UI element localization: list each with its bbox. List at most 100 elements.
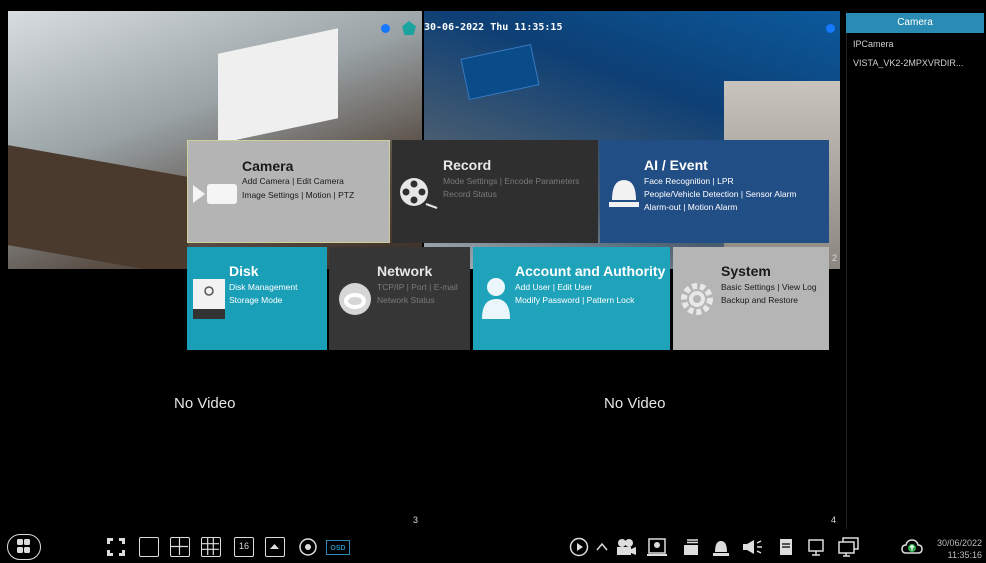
no-video-label: No Video xyxy=(604,395,666,412)
chevron-up-icon xyxy=(596,542,608,551)
osd-button[interactable]: OSD xyxy=(326,540,350,555)
lpr-link[interactable]: LPR xyxy=(717,176,734,186)
tile-title: Camera xyxy=(242,158,294,174)
alarm-light-icon xyxy=(608,176,640,215)
people-vehicle-detection-link[interactable]: People/Vehicle Detection xyxy=(644,189,739,199)
monitor-icon xyxy=(838,537,859,557)
video-camera-icon xyxy=(617,539,636,555)
side-panel-header[interactable]: Camera xyxy=(846,13,984,33)
layout-1-button[interactable] xyxy=(139,537,159,557)
audio-alarm-button[interactable] xyxy=(741,537,762,557)
layout-4-button[interactable] xyxy=(170,537,190,557)
network-status-link[interactable]: Network Status xyxy=(377,295,435,305)
cloud-upload-icon xyxy=(901,539,923,554)
backup-button[interactable] xyxy=(776,537,796,557)
pattern-lock-link[interactable]: Pattern Lock xyxy=(587,295,635,305)
backup-restore-link[interactable]: Backup and Restore xyxy=(721,295,798,305)
side-camera-item[interactable]: VISTA_VK2-2MPXVRDIR... xyxy=(853,58,963,68)
tile-title: Record xyxy=(443,157,492,173)
menu-grid-icon xyxy=(17,539,30,553)
face-search-button[interactable] xyxy=(647,537,667,557)
motion-link[interactable]: Motion xyxy=(306,190,332,200)
menu-tile-system[interactable]: System Basic Settings | View Log Backup … xyxy=(673,247,829,350)
network-icon xyxy=(808,539,824,556)
menu-tile-network[interactable]: Network TCP/IP | Port | E-mail Network S… xyxy=(329,247,470,350)
edit-user-link[interactable]: Edit User xyxy=(557,282,592,292)
modify-password-link[interactable]: Modify Password xyxy=(515,295,580,305)
sensor-alarm-link[interactable]: Sensor Alarm xyxy=(745,189,796,199)
expand-toolbar-button[interactable] xyxy=(594,537,614,557)
play-icon xyxy=(569,537,589,557)
encode-parameters-link[interactable]: Encode Parameters xyxy=(504,176,579,186)
port-link[interactable]: Port xyxy=(411,282,427,292)
alarm-out-link[interactable]: Alarm-out xyxy=(644,202,681,212)
disk-status-button[interactable] xyxy=(681,537,701,557)
camera-side-panel xyxy=(846,11,986,529)
alarm-status-button[interactable] xyxy=(711,537,731,557)
email-link[interactable]: E-mail xyxy=(434,282,458,292)
tile-menu-line: Face Recognition | LPR xyxy=(644,176,734,186)
eye-icon xyxy=(299,538,317,556)
toolbar-date: 30/06/2022 xyxy=(936,538,982,548)
channel-number: 4 xyxy=(830,515,836,525)
tile-menu-line: Mode Settings | Encode Parameters xyxy=(443,176,580,186)
layout-9-icon xyxy=(202,538,219,555)
side-camera-item[interactable]: IPCamera xyxy=(853,39,894,49)
tile-menu-line: Add Camera | Edit Camera xyxy=(242,176,344,186)
camera-control-button[interactable] xyxy=(615,537,636,557)
edit-camera-link[interactable]: Edit Camera xyxy=(297,176,344,186)
playback-button[interactable] xyxy=(569,537,589,557)
motion-alarm-link[interactable]: Motion Alarm xyxy=(688,202,738,212)
add-user-link[interactable]: Add User xyxy=(515,282,550,292)
osd-timestamp: 30-06-2022 Thu 11:35:15 xyxy=(424,22,563,33)
cloud-upgrade-button[interactable] xyxy=(901,537,923,557)
channel-number: 3 xyxy=(412,515,418,525)
view-log-link[interactable]: View Log xyxy=(782,282,817,292)
tile-menu-line: TCP/IP | Port | E-mail xyxy=(377,282,458,292)
mode-settings-link[interactable]: Mode Settings xyxy=(443,176,497,186)
face-search-icon xyxy=(647,538,667,556)
storage-icon xyxy=(780,539,792,555)
view-toggle-button[interactable] xyxy=(298,537,318,557)
layout-custom-button[interactable] xyxy=(265,537,285,557)
record-status-dot-icon xyxy=(826,24,835,33)
tile-menu-line: Alarm-out | Motion Alarm xyxy=(644,202,738,212)
globe-icon xyxy=(337,279,373,324)
menu-tile-disk[interactable]: Disk Disk Management Storage Mode xyxy=(187,247,327,350)
basic-settings-link[interactable]: Basic Settings xyxy=(721,282,775,292)
tcpip-link[interactable]: TCP/IP xyxy=(377,282,404,292)
toolbar-time: 11:35:16 xyxy=(947,550,982,560)
disk-management-link[interactable]: Disk Management xyxy=(229,282,298,292)
ptz-link[interactable]: PTZ xyxy=(338,190,354,200)
layout-16-button[interactable]: 16 xyxy=(234,537,254,557)
menu-tile-account[interactable]: Account and Authority Add User | Edit Us… xyxy=(473,247,670,350)
screen-control-button[interactable] xyxy=(838,537,859,557)
tile-menu-line: Basic Settings | View Log xyxy=(721,282,817,292)
main-menu-button[interactable] xyxy=(7,534,41,560)
user-icon xyxy=(481,277,511,324)
storage-mode-link[interactable]: Storage Mode xyxy=(229,295,282,305)
tile-menu-line: People/Vehicle Detection | Sensor Alarm xyxy=(644,189,797,199)
menu-tile-ai-event[interactable]: AI / Event Face Recognition | LPR People… xyxy=(600,140,829,243)
face-recognition-link[interactable]: Face Recognition xyxy=(644,176,710,186)
layout-custom-icon xyxy=(270,544,279,549)
film-reel-icon xyxy=(398,176,438,215)
layout-9-button[interactable] xyxy=(201,537,221,557)
camera-view-box xyxy=(218,28,338,144)
image-settings-link[interactable]: Image Settings xyxy=(242,190,299,200)
no-video-label: No Video xyxy=(174,395,236,412)
menu-tile-camera[interactable]: Camera Add Camera | Edit Camera Image Se… xyxy=(187,140,390,243)
disk-icon xyxy=(193,279,225,324)
fullscreen-button[interactable] xyxy=(106,537,126,557)
fullscreen-icon xyxy=(107,538,125,556)
tile-title: Network xyxy=(377,263,433,279)
tile-title: Disk xyxy=(229,263,259,279)
channel-number: 2 xyxy=(831,253,837,263)
network-status-button[interactable] xyxy=(806,537,826,557)
add-camera-link[interactable]: Add Camera xyxy=(242,176,290,186)
menu-tile-record[interactable]: Record Mode Settings | Encode Parameters… xyxy=(392,140,598,243)
disk-status-icon xyxy=(684,539,698,555)
tile-title: System xyxy=(721,263,771,279)
record-status-link[interactable]: Record Status xyxy=(443,189,497,199)
record-status-dot-icon xyxy=(381,24,390,33)
